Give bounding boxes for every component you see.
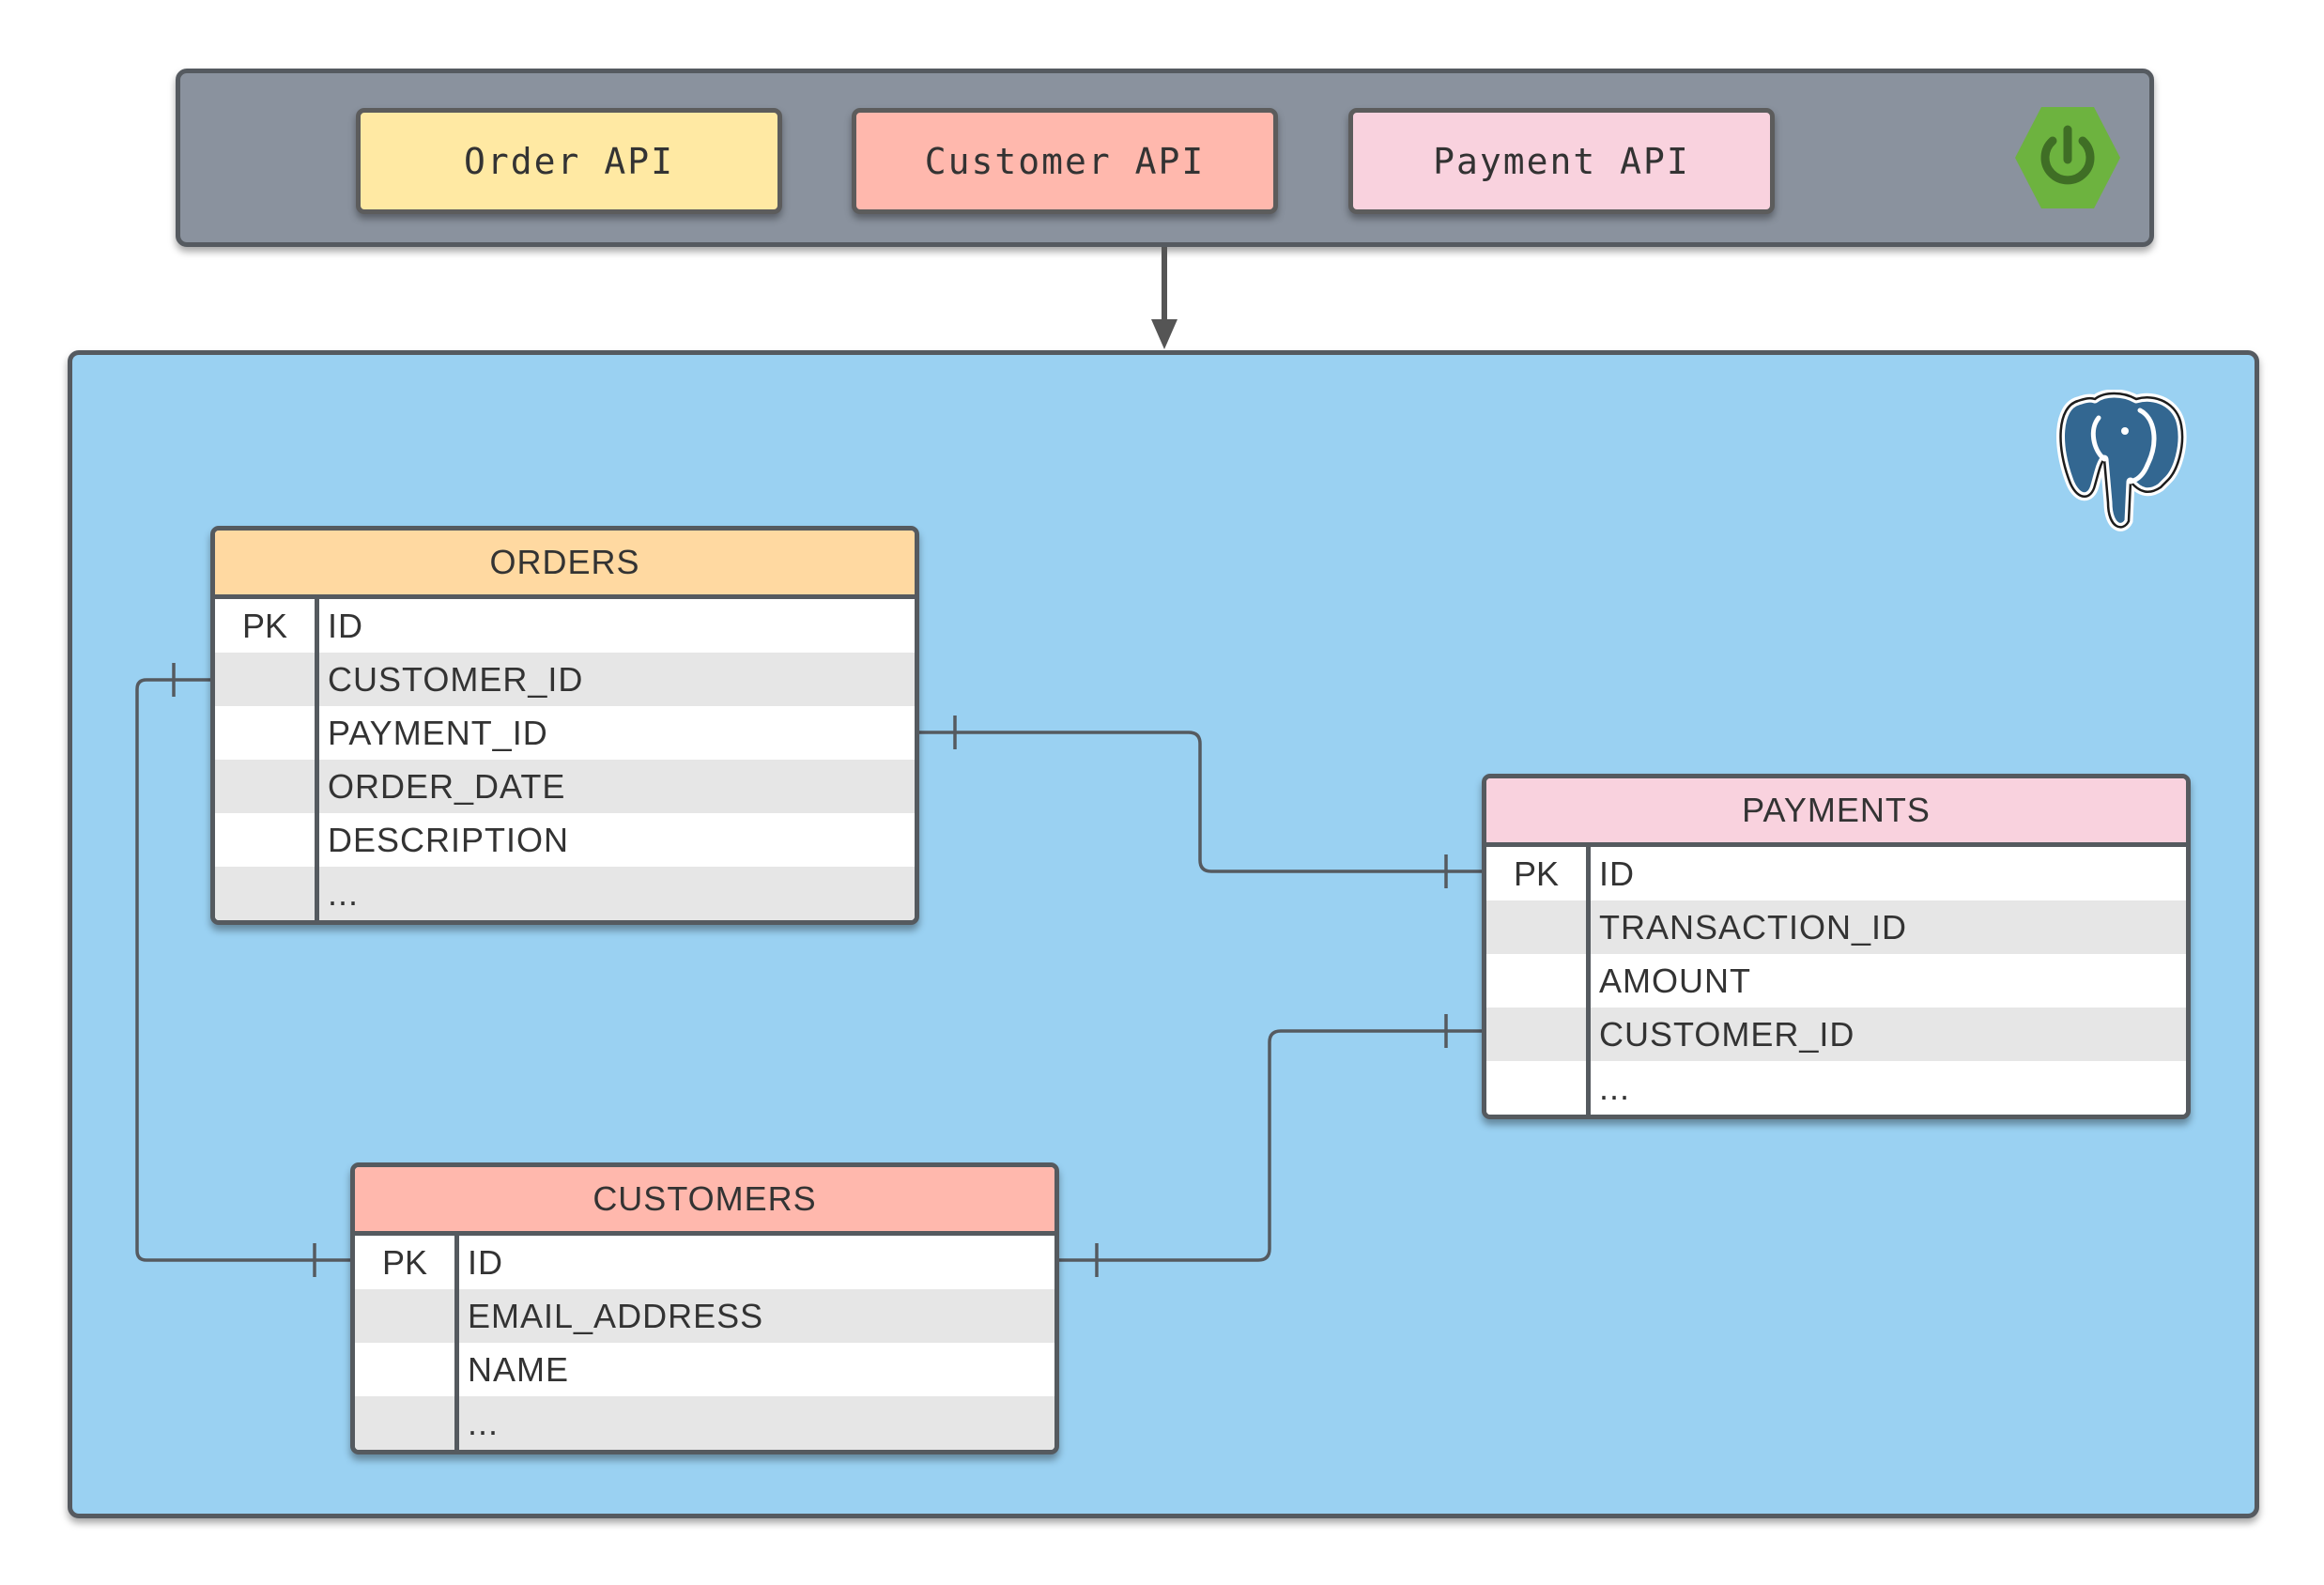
orders-table[interactable]: ORDERS PK ID CUSTOMER_ID PAYMENT_ID ORDER…: [210, 526, 919, 925]
column-name: ID: [328, 606, 363, 645]
column-name: TRANSACTION_ID: [1599, 907, 1908, 946]
column-name: ...: [468, 1403, 500, 1442]
payments-table-name: PAYMENTS: [1742, 791, 1931, 829]
key-cell: PK: [1486, 847, 1591, 900]
column-name: EMAIL_ADDRESS: [468, 1296, 764, 1335]
table-row: ...: [355, 1396, 1054, 1450]
key-cell: [1486, 1061, 1591, 1115]
column-name: ID: [468, 1242, 503, 1282]
column-name: DESCRIPTION: [328, 820, 570, 859]
table-row: CUSTOMER_ID: [215, 653, 915, 706]
table-row: PK ID: [215, 599, 915, 653]
key-cell: [215, 760, 319, 813]
key-cell: [355, 1289, 459, 1343]
orders-table-header: ORDERS: [215, 531, 915, 599]
api-to-database-arrow: [1151, 247, 1177, 349]
column-name: PAYMENT_ID: [328, 713, 548, 752]
column-name: AMOUNT: [1599, 961, 1751, 1000]
table-row: AMOUNT: [1486, 954, 2186, 1008]
column-name: ID: [1599, 854, 1635, 893]
key-cell: [1486, 1008, 1591, 1061]
column-name: CUSTOMER_ID: [1599, 1014, 1855, 1054]
column-name: CUSTOMER_ID: [328, 659, 584, 699]
key-cell: [215, 813, 319, 867]
customers-table-header: CUSTOMERS: [355, 1167, 1054, 1236]
key-cell: [355, 1396, 459, 1450]
key-cell: [1486, 900, 1591, 954]
column-name: NAME: [468, 1349, 570, 1389]
column-name: ORDER_DATE: [328, 766, 566, 806]
table-row: CUSTOMER_ID: [1486, 1008, 2186, 1061]
customers-table-name: CUSTOMERS: [593, 1179, 817, 1218]
table-row: NAME: [355, 1343, 1054, 1396]
column-name: ...: [328, 873, 360, 913]
table-row: ...: [1486, 1061, 2186, 1115]
table-row: PAYMENT_ID: [215, 706, 915, 760]
payments-table-header: PAYMENTS: [1486, 778, 2186, 847]
key-cell: [215, 706, 319, 760]
key-cell: PK: [215, 599, 319, 653]
key-cell: [215, 653, 319, 706]
table-row: DESCRIPTION: [215, 813, 915, 867]
key-cell: PK: [355, 1236, 459, 1289]
key-cell: [355, 1343, 459, 1396]
key-cell: [215, 867, 319, 920]
table-row: PK ID: [1486, 847, 2186, 900]
orders-table-name: ORDERS: [489, 543, 640, 581]
table-row: TRANSACTION_ID: [1486, 900, 2186, 954]
table-row: PK ID: [355, 1236, 1054, 1289]
payments-table[interactable]: PAYMENTS PK ID TRANSACTION_ID AMOUNT CUST…: [1482, 774, 2191, 1119]
table-row: ORDER_DATE: [215, 760, 915, 813]
customers-table[interactable]: CUSTOMERS PK ID EMAIL_ADDRESS NAME ...: [350, 1162, 1059, 1454]
payments-customers-link: [1059, 1029, 1482, 1262]
column-name: ...: [1599, 1068, 1631, 1107]
orders-payments-link: [918, 731, 1482, 873]
table-row: ...: [215, 867, 915, 920]
table-row: EMAIL_ADDRESS: [355, 1289, 1054, 1343]
key-cell: [1486, 954, 1591, 1008]
